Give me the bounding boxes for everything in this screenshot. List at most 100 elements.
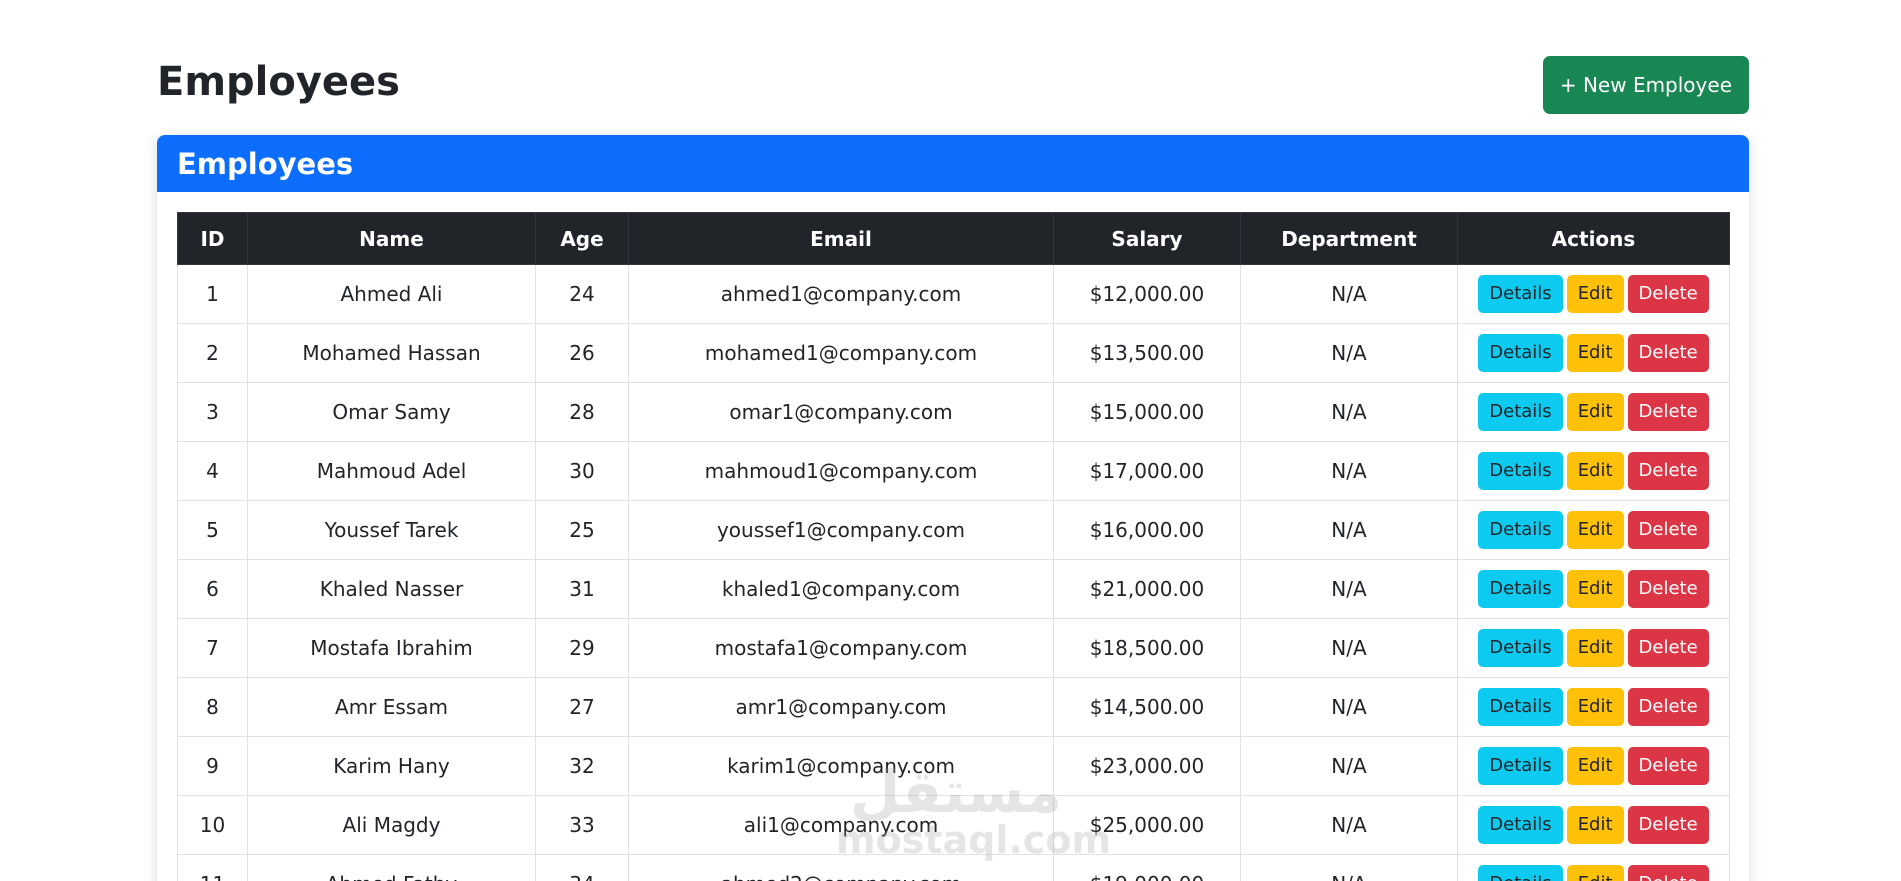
cell-salary: $23,000.00: [1053, 736, 1241, 796]
edit-button[interactable]: Edit: [1566, 511, 1624, 549]
table-row: 3 Omar Samy 28 omar1@company.com $15,000.00 N…: [177, 382, 1730, 442]
details-button[interactable]: Details: [1478, 865, 1563, 881]
details-button[interactable]: Details: [1478, 806, 1563, 844]
edit-button[interactable]: Edit: [1566, 570, 1624, 608]
cell-age: 34: [535, 854, 629, 881]
delete-button[interactable]: Delete: [1627, 570, 1709, 608]
cell-name: Mostafa Ibrahim: [247, 618, 536, 678]
employees-table: ID Name Age Email Salary Department Acti…: [177, 212, 1730, 881]
delete-button[interactable]: Delete: [1627, 393, 1709, 431]
edit-button[interactable]: Edit: [1566, 747, 1624, 785]
details-button[interactable]: Details: [1478, 393, 1563, 431]
cell-salary: $13,500.00: [1053, 323, 1241, 383]
edit-button[interactable]: Edit: [1566, 275, 1624, 313]
cell-actions: DetailsEditDelete: [1457, 441, 1730, 501]
cell-department: N/A: [1240, 795, 1458, 855]
cell-age: 28: [535, 382, 629, 442]
cell-actions: DetailsEditDelete: [1457, 323, 1730, 383]
table-row: 8 Amr Essam 27 amr1@company.com $14,500.00 N/…: [177, 677, 1730, 737]
details-button[interactable]: Details: [1478, 452, 1563, 490]
cell-salary: $17,000.00: [1053, 441, 1241, 501]
edit-button[interactable]: Edit: [1566, 452, 1624, 490]
edit-button[interactable]: Edit: [1566, 334, 1624, 372]
cell-id: 1: [177, 264, 248, 324]
table-row: 11Ahmed Fathy34ahmed2@company.com$19,000…: [177, 854, 1730, 881]
cell-actions: DetailsEditDelete: [1457, 795, 1730, 855]
page-title: Employees: [157, 59, 400, 105]
cell-department: N/A: [1240, 736, 1458, 796]
column-header-id[interactable]: ID: [177, 212, 248, 265]
cell-id: 3: [177, 382, 248, 442]
cell-name: Ahmed Ali: [247, 264, 536, 324]
details-button[interactable]: Details: [1478, 688, 1563, 726]
edit-button[interactable]: Edit: [1566, 688, 1624, 726]
column-header-name[interactable]: Name: [247, 212, 536, 265]
delete-button[interactable]: Delete: [1627, 865, 1709, 881]
column-header-actions: Actions: [1457, 212, 1730, 265]
cell-id: 5: [177, 500, 248, 560]
cell-department: N/A: [1240, 500, 1458, 560]
details-button[interactable]: Details: [1478, 747, 1563, 785]
delete-button[interactable]: Delete: [1627, 688, 1709, 726]
delete-button[interactable]: Delete: [1627, 629, 1709, 667]
page-header: Employees + New Employee: [157, 56, 1749, 114]
cell-age: 32: [535, 736, 629, 796]
cell-actions: DetailsEditDelete: [1457, 264, 1730, 324]
details-button[interactable]: Details: [1478, 570, 1563, 608]
employees-card: Employees ID Name Age Email Salary Depar…: [157, 135, 1749, 881]
edit-button[interactable]: Edit: [1566, 865, 1624, 881]
table-header: ID Name Age Email Salary Department Acti…: [177, 212, 1730, 265]
cell-id: 7: [177, 618, 248, 678]
cell-name: Amr Essam: [247, 677, 536, 737]
new-employee-button[interactable]: + New Employee: [1542, 56, 1749, 114]
cell-email: ahmed1@company.com: [628, 264, 1054, 324]
column-header-salary[interactable]: Salary: [1053, 212, 1241, 265]
delete-button[interactable]: Delete: [1627, 275, 1709, 313]
delete-button[interactable]: Delete: [1627, 334, 1709, 372]
table-row: 10 Ali Magdy 33 ali1@company.com $25,000.00 N…: [177, 795, 1730, 855]
cell-name: Ali Magdy: [247, 795, 536, 855]
column-header-age[interactable]: Age: [535, 212, 629, 265]
cell-email: youssef1@company.com: [628, 500, 1054, 560]
delete-button[interactable]: Delete: [1627, 806, 1709, 844]
column-header-department[interactable]: Department: [1240, 212, 1458, 265]
cell-email: mahmoud1@company.com: [628, 441, 1054, 501]
card-title: Employees: [157, 135, 1749, 192]
cell-department: N/A: [1240, 382, 1458, 442]
table-row: 6 Khaled Nasser 31 khaled1@company.com $21,0…: [177, 559, 1730, 619]
details-button[interactable]: Details: [1478, 275, 1563, 313]
details-button[interactable]: Details: [1478, 629, 1563, 667]
cell-name: Omar Samy: [247, 382, 536, 442]
edit-button[interactable]: Edit: [1566, 806, 1624, 844]
cell-salary: $19,000.00: [1053, 854, 1241, 881]
table-row: 9 Karim Hany 32 karim1@company.com $23,000.0…: [177, 736, 1730, 796]
cell-actions: DetailsEditDelete: [1457, 677, 1730, 737]
card-body: ID Name Age Email Salary Department Acti…: [157, 192, 1749, 881]
delete-button[interactable]: Delete: [1627, 511, 1709, 549]
cell-id: 10: [177, 795, 248, 855]
cell-id: 2: [177, 323, 248, 383]
details-button[interactable]: Details: [1478, 511, 1563, 549]
table-row: 4 Mahmoud Adel 30 mahmoud1@company.com $17,0…: [177, 441, 1730, 501]
cell-name: Karim Hany: [247, 736, 536, 796]
employees-page: Employees + New Employee Employees ID Na…: [0, 0, 1901, 881]
edit-button[interactable]: Edit: [1566, 629, 1624, 667]
column-header-email[interactable]: Email: [628, 212, 1054, 265]
cell-department: N/A: [1240, 559, 1458, 619]
cell-department: N/A: [1240, 677, 1458, 737]
table-body: 1 Ahmed Ali 24 ahmed1@company.com $12,000.00…: [177, 264, 1730, 881]
cell-name: Ahmed Fathy: [247, 854, 536, 881]
delete-button[interactable]: Delete: [1627, 452, 1709, 490]
cell-email: omar1@company.com: [628, 382, 1054, 442]
cell-name: Mohamed Hassan: [247, 323, 536, 383]
cell-id: 9: [177, 736, 248, 796]
cell-actions: DetailsEditDelete: [1457, 559, 1730, 619]
delete-button[interactable]: Delete: [1627, 747, 1709, 785]
details-button[interactable]: Details: [1478, 334, 1563, 372]
cell-name: Mahmoud Adel: [247, 441, 536, 501]
cell-name: Khaled Nasser: [247, 559, 536, 619]
edit-button[interactable]: Edit: [1566, 393, 1624, 431]
cell-email: ali1@company.com: [628, 795, 1054, 855]
cell-department: N/A: [1240, 264, 1458, 324]
table-row: 5 Youssef Tarek 25 youssef1@company.com $16,…: [177, 500, 1730, 560]
